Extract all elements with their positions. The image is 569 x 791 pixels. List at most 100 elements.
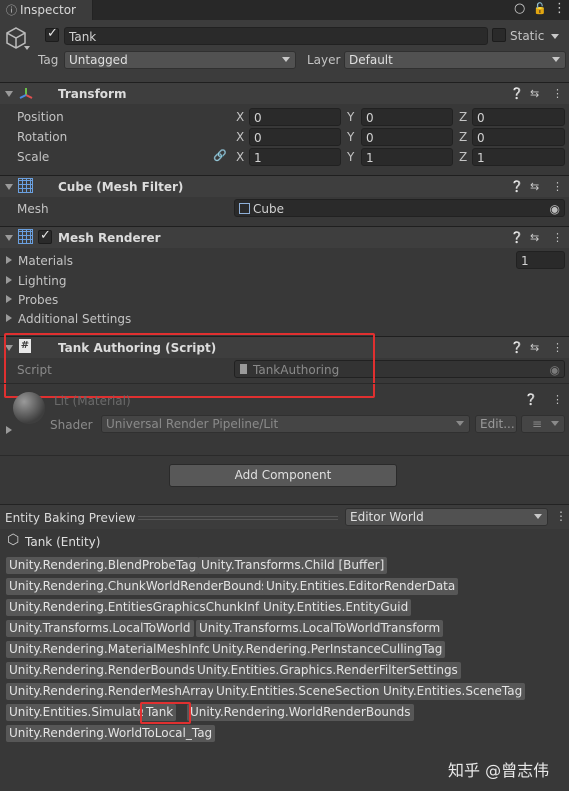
object-picker-icon: ◉: [549, 363, 560, 377]
axis-x-label: X: [236, 130, 245, 144]
scale-label: Scale: [17, 150, 50, 164]
transform-header[interactable]: Transform ❔ ⇆ ⋮: [0, 82, 569, 104]
tag-dropdown[interactable]: Untagged: [64, 51, 296, 69]
baking-title: Entity Baking Preview: [5, 511, 136, 525]
additional-settings-label[interactable]: Additional Settings: [18, 312, 131, 326]
shader-label: Shader: [50, 418, 93, 432]
help-icon[interactable]: ❔: [524, 393, 538, 406]
chevron-down-icon: [282, 57, 290, 62]
circle-icon[interactable]: ○: [514, 1, 525, 16]
help-icon[interactable]: ❔: [510, 231, 524, 244]
layer-dropdown[interactable]: Default: [344, 51, 566, 69]
foldout-icon[interactable]: [5, 91, 13, 97]
lock-icon[interactable]: 🔓: [533, 2, 547, 15]
position-y-field[interactable]: 0: [361, 108, 453, 126]
scale-z-field[interactable]: 1: [472, 148, 565, 166]
more-icon[interactable]: ⋮: [552, 231, 563, 244]
mesh-value: Cube: [253, 202, 284, 216]
layer-label: Layer: [307, 53, 341, 67]
rotation-x-field[interactable]: 0: [249, 128, 341, 146]
presets-icon[interactable]: ⇆: [530, 87, 539, 100]
foldout-materials-icon[interactable]: [6, 256, 12, 264]
rotation-y-field[interactable]: 0: [361, 128, 453, 146]
position-x-field[interactable]: 0: [249, 108, 341, 126]
shader-options-dropdown[interactable]: ≡: [521, 415, 565, 433]
presets-icon[interactable]: ⇆: [530, 180, 539, 193]
component-tag: Unity.Transforms.LocalToWorldTransform: [196, 620, 444, 637]
entity-label: Tank (Entity): [25, 535, 101, 549]
active-toggle[interactable]: [45, 26, 59, 42]
component-tag: Unity.Entities.SceneSection: [213, 683, 383, 700]
separator: [0, 455, 569, 456]
component-tag: Unity.Transforms.Child [Buffer]: [198, 557, 388, 574]
mesh-renderer-enabled-toggle[interactable]: [38, 228, 52, 244]
axis-y-label: Y: [347, 110, 355, 124]
more-icon[interactable]: ⋮: [552, 393, 563, 406]
mesh-renderer-header[interactable]: Mesh Renderer ❔ ⇆ ⋮: [0, 226, 569, 248]
axis-z-label: Z: [459, 110, 468, 124]
component-tag: Unity.Rendering.MaterialMeshInfo: [6, 641, 214, 658]
material-section: Lit (Material) ❔ ⋮ Shader Universal Rend…: [0, 383, 569, 446]
mesh-asset-icon: [239, 203, 250, 214]
foldout-probes-icon[interactable]: [6, 295, 12, 303]
mesh-filter-title: Cube (Mesh Filter): [58, 180, 184, 194]
help-icon[interactable]: ❔: [510, 87, 524, 100]
constrain-proportions-icon[interactable]: 🔗: [213, 149, 227, 162]
mesh-renderer-title: Mesh Renderer: [58, 231, 161, 245]
rotation-z-field[interactable]: 0: [472, 128, 565, 146]
object-picker-icon[interactable]: ◉: [550, 200, 560, 216]
chevron-down-icon: [534, 514, 542, 519]
transform-title: Transform: [58, 87, 127, 101]
name-field[interactable]: Tank: [64, 27, 488, 45]
more-icon[interactable]: ⋮: [552, 180, 563, 193]
foldout-additional-icon[interactable]: [6, 314, 12, 322]
chevron-down-icon: [552, 57, 560, 62]
position-z-field[interactable]: 0: [472, 108, 565, 126]
more-icon[interactable]: ⋮: [555, 509, 567, 523]
entity-hexagon-icon: ⬡: [7, 532, 20, 548]
component-tag: Unity.Rendering.EntitiesGraphicsChunkInf…: [6, 599, 270, 616]
world-dropdown[interactable]: Editor World: [345, 508, 548, 526]
materials-count-field[interactable]: 1: [516, 251, 565, 269]
static-toggle[interactable]: [492, 28, 506, 42]
scale-x-field[interactable]: 1: [249, 148, 341, 166]
shader-edit-button[interactable]: Edit...: [475, 415, 517, 433]
foldout-material-icon[interactable]: [6, 426, 12, 434]
static-label: Static: [510, 29, 545, 43]
tab-inspector[interactable]: ⓘ Inspector: [0, 0, 93, 20]
presets-icon[interactable]: ⇆: [530, 341, 539, 354]
menu-icon[interactable]: ⋮: [553, 1, 566, 16]
foldout-icon[interactable]: [5, 184, 13, 190]
chevron-down-icon[interactable]: [24, 46, 30, 50]
component-tag: Unity.Rendering.BlendProbeTag: [6, 557, 200, 574]
component-tag: Unity.Transforms.LocalToWorld: [6, 620, 194, 637]
component-tag: Unity.Entities.Simulate: [6, 704, 148, 721]
mesh-label: Mesh: [17, 202, 49, 216]
more-icon[interactable]: ⋮: [552, 341, 563, 354]
more-icon[interactable]: ⋮: [552, 87, 563, 100]
shader-dropdown: Universal Render Pipeline/Lit: [101, 415, 470, 433]
mesh-object-field[interactable]: Cube ◉: [234, 199, 565, 217]
lighting-label[interactable]: Lighting: [18, 274, 67, 288]
presets-icon[interactable]: ⇆: [530, 231, 539, 244]
info-icon: ⓘ: [6, 4, 17, 17]
component-tag: Unity.Entities.SceneTag: [380, 683, 526, 700]
scale-y-field[interactable]: 1: [361, 148, 453, 166]
static-caret-icon[interactable]: [551, 34, 559, 39]
axis-z-label: Z: [459, 150, 468, 164]
highlight-tank-tag: [140, 702, 191, 724]
mesh-filter-header[interactable]: Cube (Mesh Filter) ❔ ⇆ ⋮: [0, 175, 569, 197]
foldout-lighting-icon[interactable]: [6, 276, 12, 284]
material-sphere-icon: [13, 392, 45, 424]
help-icon[interactable]: ❔: [510, 341, 524, 354]
probes-label[interactable]: Probes: [18, 293, 58, 307]
chevron-down-icon: [551, 421, 559, 426]
materials-label[interactable]: Materials: [18, 254, 73, 268]
material-title: Lit (Material): [54, 394, 131, 408]
component-tag: Unity.Rendering.PerInstanceCullingTag: [209, 641, 446, 658]
mesh-filter-icon: [18, 178, 33, 193]
add-component-button[interactable]: Add Component: [169, 464, 397, 487]
chevron-down-icon: [456, 421, 464, 426]
help-icon[interactable]: ❔: [510, 180, 524, 193]
foldout-icon[interactable]: [5, 235, 13, 241]
